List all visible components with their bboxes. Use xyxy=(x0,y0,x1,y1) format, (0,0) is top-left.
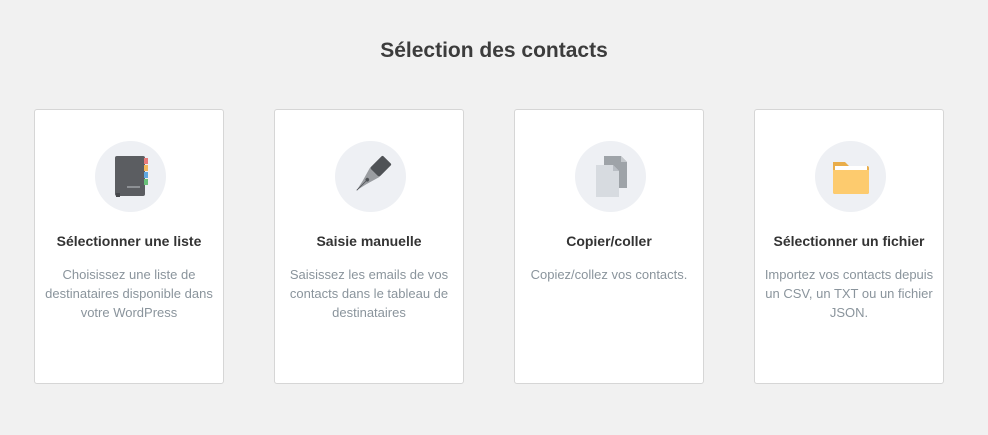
folder-icon xyxy=(815,141,886,212)
select-file-card[interactable]: Sélectionner un fichier Importez vos con… xyxy=(754,109,944,384)
card-title: Saisie manuelle xyxy=(316,233,422,249)
manual-entry-card[interactable]: Saisie manuelle Saisissez les emails de … xyxy=(274,109,464,384)
card-title: Sélectionner un fichier xyxy=(773,233,925,249)
card-title: Copier/coller xyxy=(566,233,652,249)
card-title: Sélectionner une liste xyxy=(56,233,202,249)
select-list-card[interactable]: Sélectionner une liste Choisissez une li… xyxy=(34,109,224,384)
page-title: Sélection des contacts xyxy=(380,39,608,62)
copy-paste-card[interactable]: Copier/coller Copiez/collez vos contacts… xyxy=(514,109,704,384)
pen-nib-icon xyxy=(335,141,406,212)
card-description: Importez vos contacts depuis un CSV, un … xyxy=(764,267,934,320)
card-description: Saisissez les emails de vos contacts dan… xyxy=(289,267,449,320)
address-book-icon xyxy=(95,141,166,212)
contact-selection-page: Sélection des contacts Sélectionner une … xyxy=(0,0,988,435)
copy-documents-icon xyxy=(575,141,646,212)
card-description: Choisissez une liste de destinataires di… xyxy=(45,267,213,320)
card-description: Copiez/collez vos contacts. xyxy=(530,267,688,282)
